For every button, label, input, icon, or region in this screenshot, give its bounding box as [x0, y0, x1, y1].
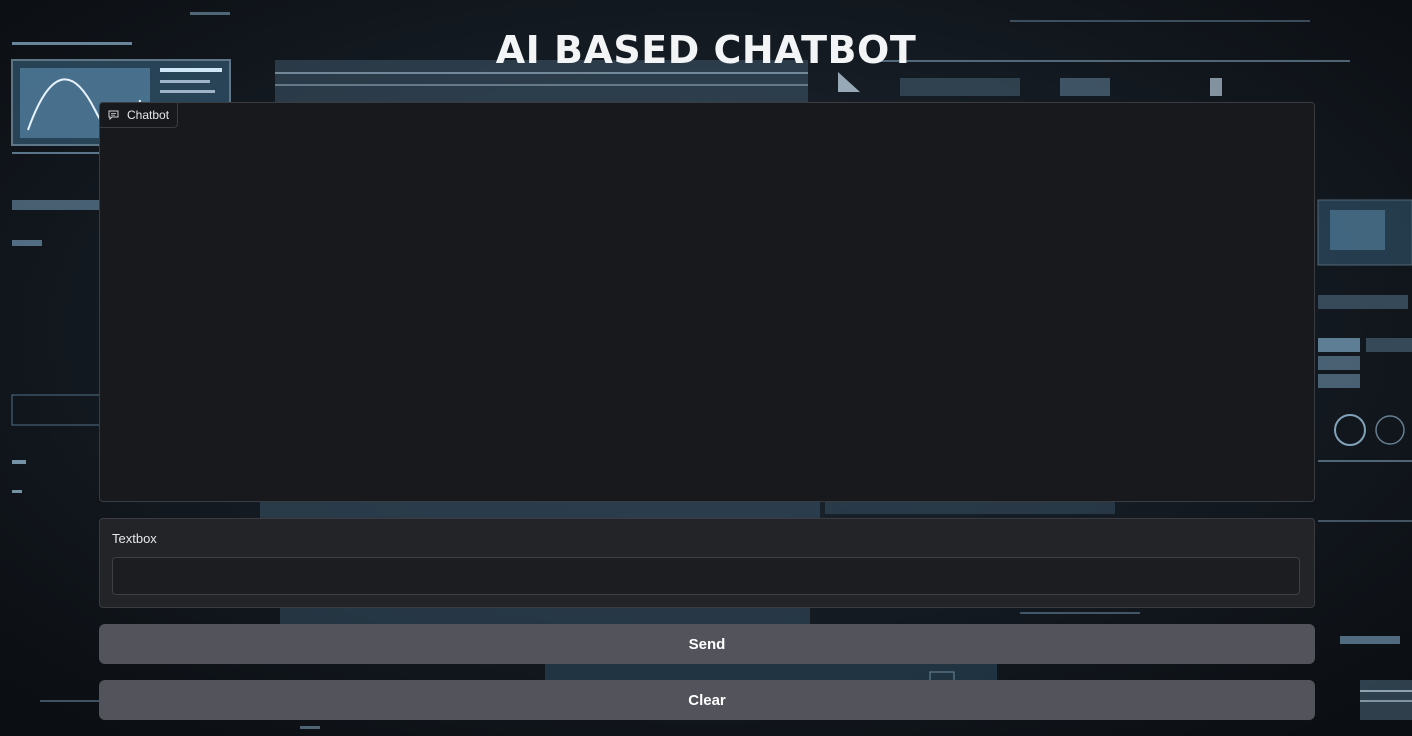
chatbot-panel[interactable]: Chatbot [99, 102, 1315, 502]
send-button[interactable]: Send [99, 624, 1315, 664]
clear-button[interactable]: Clear [99, 680, 1315, 720]
page-title: AI BASED CHATBOT [495, 28, 917, 72]
message-input[interactable] [112, 557, 1300, 595]
textbox-label: Textbox [112, 531, 157, 546]
chatbot-label: Chatbot [127, 108, 170, 122]
textbox-panel: Textbox [99, 518, 1315, 608]
chatbot-label-badge: Chatbot [100, 103, 179, 128]
chat-bubble-icon [108, 110, 119, 120]
